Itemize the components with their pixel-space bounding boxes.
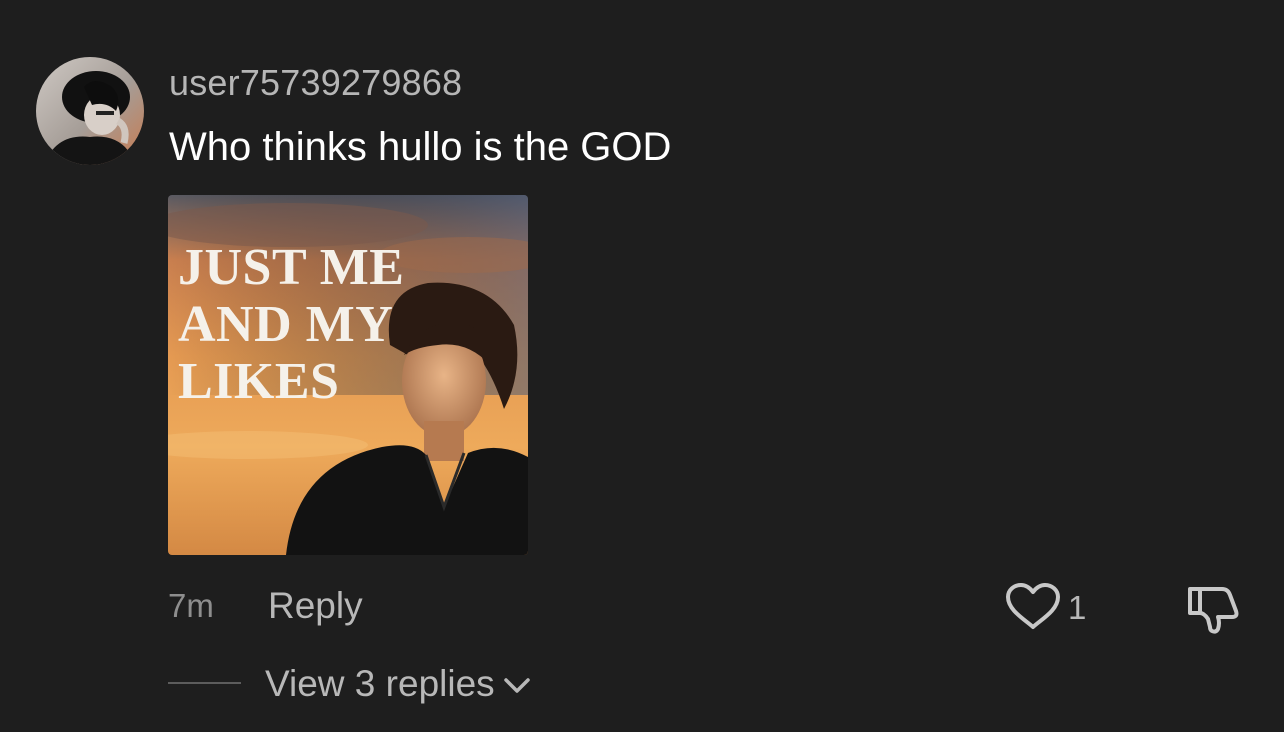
dislike-button[interactable] bbox=[1184, 583, 1240, 635]
caption-line-3: LIKES bbox=[178, 353, 340, 410]
view-replies-button[interactable]: View 3 replies bbox=[265, 661, 531, 707]
comment-item: user75739279868 Who thinks hullo is the … bbox=[0, 0, 1284, 732]
like-count: 1 bbox=[1068, 589, 1087, 626]
thumbs-down-outline-icon bbox=[1188, 587, 1239, 634]
attached-image-caption: JUST ME AND MY LIKES bbox=[178, 239, 404, 410]
comment-timestamp: 7m bbox=[168, 587, 214, 624]
caption-line-1: JUST ME bbox=[178, 239, 405, 296]
heart-outline-icon bbox=[1006, 583, 1060, 629]
comment-username[interactable]: user75739279868 bbox=[169, 62, 462, 104]
view-replies-label: View 3 replies bbox=[265, 663, 495, 704]
replies-divider bbox=[168, 682, 241, 684]
reply-button[interactable]: Reply bbox=[268, 584, 363, 628]
comment-attached-image[interactable]: JUST ME AND MY LIKES bbox=[168, 195, 528, 555]
caption-line-2: AND MY bbox=[178, 296, 394, 353]
comment-text: Who thinks hullo is the GOD bbox=[169, 125, 672, 169]
like-button[interactable] bbox=[1004, 582, 1062, 632]
chevron-down-icon bbox=[503, 678, 530, 693]
avatar-image bbox=[36, 57, 144, 165]
user-avatar[interactable] bbox=[36, 57, 144, 165]
